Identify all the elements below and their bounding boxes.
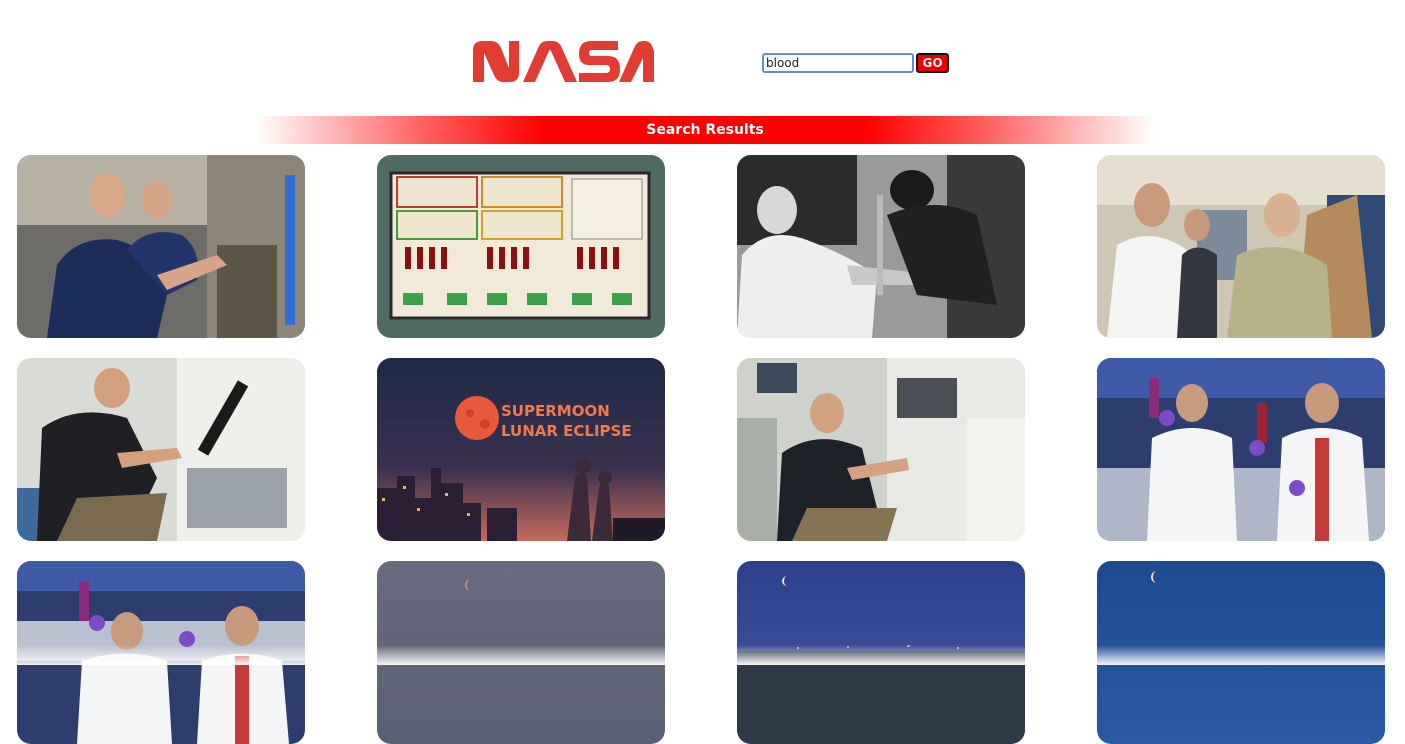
- search-input[interactable]: [762, 53, 914, 73]
- astronaut-lab-rack-photo: [17, 358, 305, 541]
- nasa-logo-icon[interactable]: [471, 38, 654, 84]
- scientists-lab-photo: [1097, 358, 1385, 541]
- result-image-medical-exam[interactable]: [1097, 155, 1385, 338]
- search-form: GO: [762, 52, 949, 74]
- page-header: GO: [0, 0, 1405, 110]
- go-button[interactable]: GO: [916, 53, 949, 73]
- lunar-eclipse-title: LUNAR ECLIPSE: [501, 422, 632, 440]
- result-image-scientists-lab[interactable]: [1097, 358, 1385, 541]
- result-image-blood-draw-bw[interactable]: [737, 155, 1025, 338]
- supermoon-poster-illustration: SUPERMOON LUNAR ECLIPSE: [377, 358, 665, 541]
- astronaut-station-experiment-photo: [737, 358, 1025, 541]
- search-results-banner: Search Results: [255, 116, 1155, 144]
- result-image-astronauts-station[interactable]: [17, 155, 305, 338]
- result-image-astronaut-lab-rack[interactable]: [17, 358, 305, 541]
- astronauts-station-photo: [17, 155, 305, 338]
- bottom-fade-overlay: [0, 645, 1405, 665]
- result-image-blood-sample-kit[interactable]: [377, 155, 665, 338]
- blood-draw-bw-photo: [737, 155, 1025, 338]
- result-image-supermoon-poster[interactable]: SUPERMOON LUNAR ECLIPSE: [377, 358, 665, 541]
- medical-exam-photo: [1097, 155, 1385, 338]
- supermoon-title: SUPERMOON: [501, 402, 610, 420]
- nasa-worm-logo: [473, 41, 654, 82]
- blood-sample-kit-photo: [377, 155, 665, 338]
- result-image-astronaut-station-experiment[interactable]: [737, 358, 1025, 541]
